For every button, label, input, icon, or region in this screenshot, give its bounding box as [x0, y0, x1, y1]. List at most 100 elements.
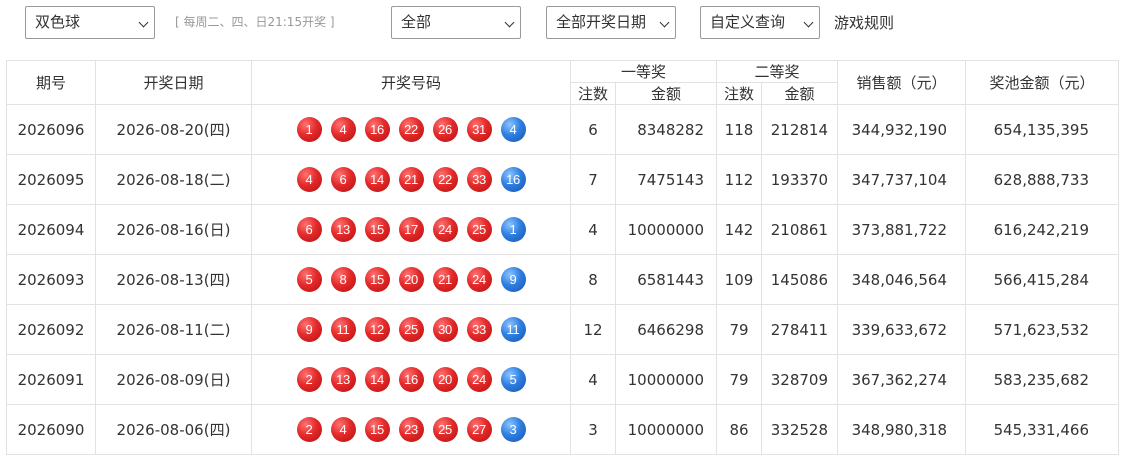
cell-first-count: 7: [570, 154, 616, 205]
scope-select[interactable]: 全部: [391, 6, 521, 39]
red-ball: 24: [466, 267, 492, 292]
table-row: 2026095 2026-08-18(二) 4 6 14 21 22 33 16 7 7475143…: [6, 154, 1119, 205]
winning-numbers: 4 6 14 21 22 33 16: [296, 167, 526, 192]
red-ball: 14: [364, 167, 390, 192]
blue-ball: 9: [500, 267, 526, 292]
scope-value: 全部: [401, 13, 432, 31]
red-ball: 8: [330, 267, 356, 292]
red-ball: 15: [364, 267, 390, 292]
red-ball: 23: [398, 417, 424, 442]
red-ball: 6: [296, 217, 322, 242]
cell-issue: 2026094: [6, 204, 96, 255]
draw-date-select[interactable]: 全部开奖日期: [546, 6, 676, 39]
red-ball: 30: [432, 317, 458, 342]
cell-sales: 344,932,190: [837, 104, 966, 155]
cell-sales: 373,881,722: [837, 204, 966, 255]
cell-sales: 367,362,274: [837, 354, 966, 405]
cell-second-amount: 145086: [761, 254, 838, 305]
cell-date: 2026-08-09(日): [95, 354, 252, 405]
header-second-amount: 金额: [761, 82, 838, 105]
blue-ball: 5: [500, 367, 526, 392]
lottery-type-select[interactable]: 双色球: [25, 6, 155, 39]
draw-schedule-note: [ 每周二、四、日21:15开奖 ]: [175, 15, 335, 29]
red-ball: 2: [296, 417, 322, 442]
cell-first-amount: 10000000: [615, 204, 717, 255]
cell-first-amount: 6581443: [615, 254, 717, 305]
custom-query-value: 自定义查询: [710, 13, 786, 31]
red-ball: 14: [364, 367, 390, 392]
blue-ball: 4: [500, 117, 526, 142]
cell-first-amount: 8348282: [615, 104, 717, 155]
results-table-body: 2026096 2026-08-20(四) 1 4 16 22 26 31 4 6 8348282 1…: [6, 104, 1119, 455]
red-ball: 12: [364, 317, 390, 342]
header-second-prize: 二等奖: [716, 60, 838, 83]
red-ball: 21: [432, 267, 458, 292]
red-ball: 20: [432, 367, 458, 392]
red-ball: 4: [330, 117, 356, 142]
cell-first-count: 4: [570, 204, 616, 255]
cell-second-count: 79: [716, 304, 762, 355]
cell-issue: 2026091: [6, 354, 96, 405]
red-ball: 33: [466, 317, 492, 342]
header-numbers: 开奖号码: [251, 60, 571, 105]
game-rules-link[interactable]: 游戏规则: [834, 12, 894, 33]
cell-sales: 339,633,672: [837, 304, 966, 355]
blue-ball: 16: [500, 167, 526, 192]
blue-ball: 3: [500, 417, 526, 442]
cell-issue: 2026090: [6, 404, 96, 455]
red-ball: 11: [330, 317, 356, 342]
cell-pool: 545,331,466: [965, 404, 1119, 455]
winning-numbers: 2 13 14 16 20 24 5: [296, 367, 526, 392]
cell-second-amount: 210861: [761, 204, 838, 255]
cell-first-amount: 7475143: [615, 154, 717, 205]
cell-date: 2026-08-18(二): [95, 154, 252, 205]
red-ball: 16: [398, 367, 424, 392]
red-ball: 4: [330, 417, 356, 442]
red-ball: 15: [364, 417, 390, 442]
cell-first-amount: 10000000: [615, 404, 717, 455]
chevron-down-icon: [504, 17, 515, 28]
red-ball: 15: [364, 217, 390, 242]
cell-sales: 347,737,104: [837, 154, 966, 205]
red-ball: 16: [364, 117, 390, 142]
red-ball: 25: [432, 417, 458, 442]
cell-pool: 628,888,733: [965, 154, 1119, 205]
cell-sales: 348,046,564: [837, 254, 966, 305]
cell-second-amount: 278411: [761, 304, 838, 355]
cell-pool: 571,623,532: [965, 304, 1119, 355]
results-table: 期号 开奖日期 开奖号码 一等奖 二等奖 销售额（元） 奖池金额（元） 注数 金…: [6, 60, 1119, 455]
red-ball: 17: [398, 217, 424, 242]
table-row: 2026094 2026-08-16(日) 6 13 15 17 24 25 1 4 1000000…: [6, 204, 1119, 255]
red-ball: 24: [432, 217, 458, 242]
cell-numbers: 2 13 14 16 20 24 5: [251, 354, 571, 405]
red-ball: 25: [466, 217, 492, 242]
header-issue: 期号: [6, 60, 96, 105]
cell-pool: 566,415,284: [965, 254, 1119, 305]
header-sales: 销售额（元）: [837, 60, 966, 105]
cell-numbers: 2 4 15 23 25 27 3: [251, 404, 571, 455]
lottery-type-value: 双色球: [35, 13, 81, 31]
cell-first-count: 3: [570, 404, 616, 455]
table-row: 2026093 2026-08-13(四) 5 8 15 20 21 24 9 8 6581443 1…: [6, 254, 1119, 305]
cell-pool: 583,235,682: [965, 354, 1119, 405]
blue-ball: 11: [500, 317, 526, 342]
red-ball: 5: [296, 267, 322, 292]
header-first-count: 注数: [570, 82, 616, 105]
cell-numbers: 5 8 15 20 21 24 9: [251, 254, 571, 305]
table-row: 2026092 2026-08-11(二) 9 11 12 25 30 33 11 12 64662…: [6, 304, 1119, 355]
chevron-down-icon: [803, 17, 814, 28]
cell-issue: 2026092: [6, 304, 96, 355]
cell-pool: 616,242,219: [965, 204, 1119, 255]
winning-numbers: 6 13 15 17 24 25 1: [296, 217, 526, 242]
header-second-count: 注数: [716, 82, 762, 105]
cell-numbers: 9 11 12 25 30 33 11: [251, 304, 571, 355]
winning-numbers: 2 4 15 23 25 27 3: [296, 417, 526, 442]
cell-second-count: 112: [716, 154, 762, 205]
custom-query-select[interactable]: 自定义查询: [700, 6, 820, 39]
cell-numbers: 4 6 14 21 22 33 16: [251, 154, 571, 205]
winning-numbers: 1 4 16 22 26 31 4: [296, 117, 526, 142]
table-row: 2026091 2026-08-09(日) 2 13 14 16 20 24 5 4 1000000…: [6, 354, 1119, 405]
table-row: 2026090 2026-08-06(四) 2 4 15 23 25 27 3 3 10000000…: [6, 404, 1119, 455]
winning-numbers: 9 11 12 25 30 33 11: [296, 317, 526, 342]
cell-date: 2026-08-13(四): [95, 254, 252, 305]
